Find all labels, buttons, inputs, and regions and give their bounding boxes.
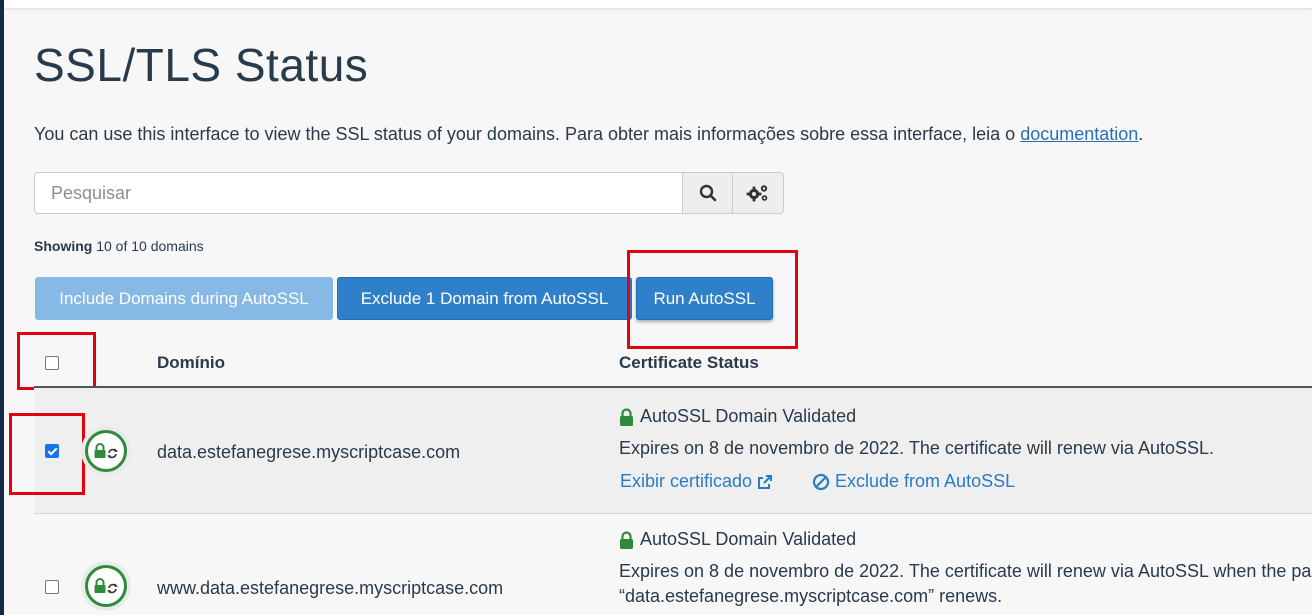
- lock-sync-icon: [94, 443, 118, 459]
- page-title: SSL/TLS Status: [34, 39, 369, 91]
- cogs-icon: [746, 185, 768, 202]
- lock-icon: [620, 530, 633, 549]
- description-text: You can use this interface to view the S…: [34, 124, 1021, 144]
- documentation-link[interactable]: documentation: [1020, 124, 1138, 144]
- exclude-link-label: Exclude from AutoSSL: [835, 471, 1016, 491]
- status-title-text: AutoSSL Domain Validated: [640, 406, 857, 426]
- search-button[interactable]: [682, 172, 733, 214]
- search-icon: [699, 184, 716, 202]
- domain-name: data.estefanegrese.myscriptcase.com: [157, 442, 461, 462]
- row-checkbox[interactable]: [45, 580, 59, 594]
- search-bar: [34, 172, 784, 214]
- expiry-text: Expires on 8 de novembro de 2022. The ce…: [619, 561, 1312, 581]
- column-header-domain[interactable]: Domínio: [157, 353, 225, 373]
- status-title-text: AutoSSL Domain Validated: [640, 529, 857, 549]
- external-link-icon: [758, 474, 773, 489]
- exclude-from-autossl-link[interactable]: Exclude from AutoSSL: [812, 471, 1015, 492]
- ssl-status-badge: [81, 561, 131, 611]
- expiry-text-continued: “data.estefanegrese.myscriptcase.com” re…: [619, 586, 1003, 606]
- left-nav-edge: [0, 0, 4, 615]
- exclude-domain-button[interactable]: Exclude 1 Domain from AutoSSL: [337, 277, 632, 320]
- ban-icon: [812, 473, 830, 490]
- description-end: .: [1138, 124, 1144, 144]
- lock-sync-icon: [94, 578, 118, 594]
- certificate-status-title: AutoSSL Domain Validated: [619, 529, 856, 550]
- highlight-select-all: [17, 332, 96, 390]
- top-bar: [4, 0, 1312, 8]
- include-domains-button[interactable]: Include Domains during AutoSSL: [35, 277, 333, 320]
- showing-count: Showing 10 of 10 domains: [34, 238, 204, 254]
- expiry-text: Expires on 8 de novembro de 2022. The ce…: [619, 438, 1215, 458]
- domain-name: www.data.estefanegrese.myscriptcase.com: [157, 578, 504, 598]
- page-description: You can use this interface to view the S…: [34, 124, 1143, 145]
- lock-icon: [620, 407, 633, 426]
- search-input[interactable]: [34, 172, 682, 214]
- showing-label: Showing: [34, 238, 93, 254]
- ssl-status-badge: [81, 426, 131, 476]
- showing-text: 10 of 10 domains: [92, 238, 204, 254]
- highlight-run-autossl: [627, 250, 798, 349]
- certificate-status-title: AutoSSL Domain Validated: [619, 406, 856, 427]
- view-certificate-link[interactable]: Exibir certificado: [620, 471, 773, 492]
- settings-button[interactable]: [733, 172, 784, 214]
- highlight-row-checkbox: [9, 413, 85, 495]
- column-header-status[interactable]: Certificate Status: [619, 353, 759, 373]
- view-certificate-label: Exibir certificado: [620, 471, 753, 491]
